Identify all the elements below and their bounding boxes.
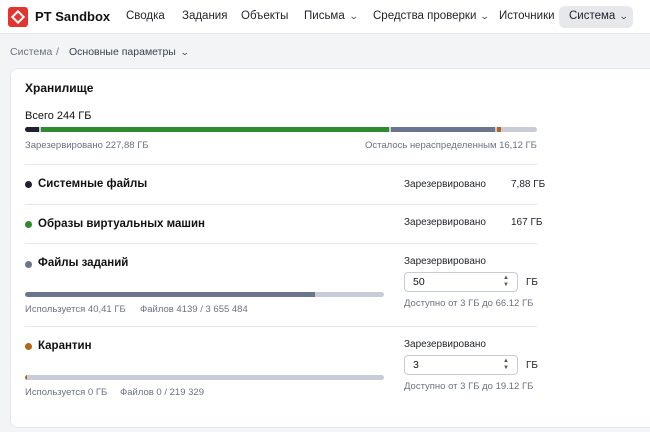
- divider: [25, 326, 537, 327]
- quarantine-count: Файлов 0 / 219 329: [120, 387, 204, 398]
- top-navigation: PT Sandbox Сводка Задания Объекты Письма…: [0, 0, 650, 34]
- quarantine-reserved-label: Зарезервировано: [404, 339, 486, 350]
- stepper-icon[interactable]: ▲ ▼: [502, 275, 510, 289]
- stepper-icon[interactable]: ▲ ▼: [502, 358, 510, 372]
- divider: [25, 204, 537, 205]
- quarantine-size-input[interactable]: 3 ▲ ▼: [404, 355, 518, 375]
- task-files-count: Файлов 4139 / 3 655 484: [140, 304, 248, 315]
- vm-images-dot: [25, 221, 32, 228]
- nav-item-objects[interactable]: Объекты: [241, 10, 288, 22]
- nav-item-checks-label: Средства проверки: [373, 10, 477, 22]
- storage-card: [10, 68, 650, 428]
- chevron-down-icon: ⌄: [619, 11, 630, 21]
- quarantine-unit: ГБ: [526, 360, 538, 371]
- quarantine-usage-fill: [25, 375, 28, 380]
- segment-system-files: [25, 127, 39, 132]
- quarantine-dot: [25, 343, 32, 350]
- system-files-dot: [25, 181, 32, 188]
- breadcrumb-current[interactable]: Основные параметры ⌄: [69, 46, 190, 58]
- quarantine-size-value: 3: [413, 359, 419, 371]
- nav-item-summary[interactable]: Сводка: [126, 10, 165, 22]
- task-files-title: Файлы заданий: [38, 257, 129, 269]
- storage-total: Всего 244 ГБ: [25, 110, 92, 122]
- storage-reserved: Зарезервировано 227,88 ГБ: [25, 140, 149, 151]
- quarantine-usage-bar: [25, 375, 384, 380]
- nav-item-system-text: Система: [569, 10, 616, 22]
- segment-quarantine: [497, 127, 501, 132]
- storage-stacked-bar: [25, 127, 537, 132]
- vm-images-title: Образы виртуальных машин: [38, 218, 205, 230]
- pt-logo-icon[interactable]: [8, 7, 28, 27]
- breadcrumb-current-label: Основные параметры: [69, 46, 176, 58]
- task-files-size-input[interactable]: 50 ▲ ▼: [404, 272, 518, 292]
- breadcrumb-separator: /: [56, 46, 59, 58]
- task-files-reserved-label: Зарезервировано: [404, 256, 486, 267]
- segment-vm-images: [41, 127, 389, 132]
- vm-images-reserved-value: 167 ГБ: [511, 217, 543, 228]
- nav-item-system[interactable]: Система ⌄: [559, 6, 633, 28]
- storage-title: Хранилище: [25, 81, 94, 95]
- task-files-usage-bar: [25, 292, 384, 297]
- segment-task-files: [391, 127, 495, 132]
- system-files-title: Системные файлы: [38, 178, 148, 190]
- task-files-dot: [25, 261, 32, 268]
- quarantine-title: Карантин: [38, 340, 92, 352]
- task-files-size-value: 50: [413, 276, 425, 288]
- vm-images-reserved-label: Зарезервировано: [404, 217, 486, 228]
- task-files-unit: ГБ: [526, 277, 538, 288]
- nav-item-tasks[interactable]: Задания: [182, 10, 227, 22]
- chevron-down-icon: ⌄: [348, 11, 359, 21]
- divider: [25, 164, 537, 165]
- task-files-used: Используется 40,41 ГБ: [25, 304, 126, 315]
- nav-item-checks[interactable]: Средства проверки ⌄: [373, 10, 491, 22]
- chevron-down-icon: ⌄: [480, 11, 491, 21]
- system-files-reserved-label: Зарезервировано: [404, 179, 486, 190]
- breadcrumb-root[interactable]: Система: [10, 46, 52, 58]
- nav-item-sources[interactable]: Источники: [499, 10, 555, 22]
- divider: [25, 243, 537, 244]
- chevron-down-icon: ⌄: [179, 47, 190, 57]
- quarantine-used: Используется 0 ГБ: [25, 387, 108, 398]
- nav-item-mail[interactable]: Письма ⌄: [304, 10, 359, 22]
- storage-remaining: Осталось нераспределенным 16,12 ГБ: [365, 140, 537, 151]
- nav-item-system-label: Система ⌄: [569, 10, 630, 22]
- task-files-available: Доступно от 3 ГБ до 66.12 ГБ: [404, 298, 534, 309]
- app-title[interactable]: PT Sandbox: [35, 9, 110, 24]
- task-files-usage-fill: [25, 292, 316, 297]
- quarantine-available: Доступно от 3 ГБ до 19.12 ГБ: [404, 381, 534, 392]
- system-files-reserved-value: 7,88 ГБ: [511, 179, 546, 190]
- nav-item-mail-label: Письма: [304, 10, 345, 22]
